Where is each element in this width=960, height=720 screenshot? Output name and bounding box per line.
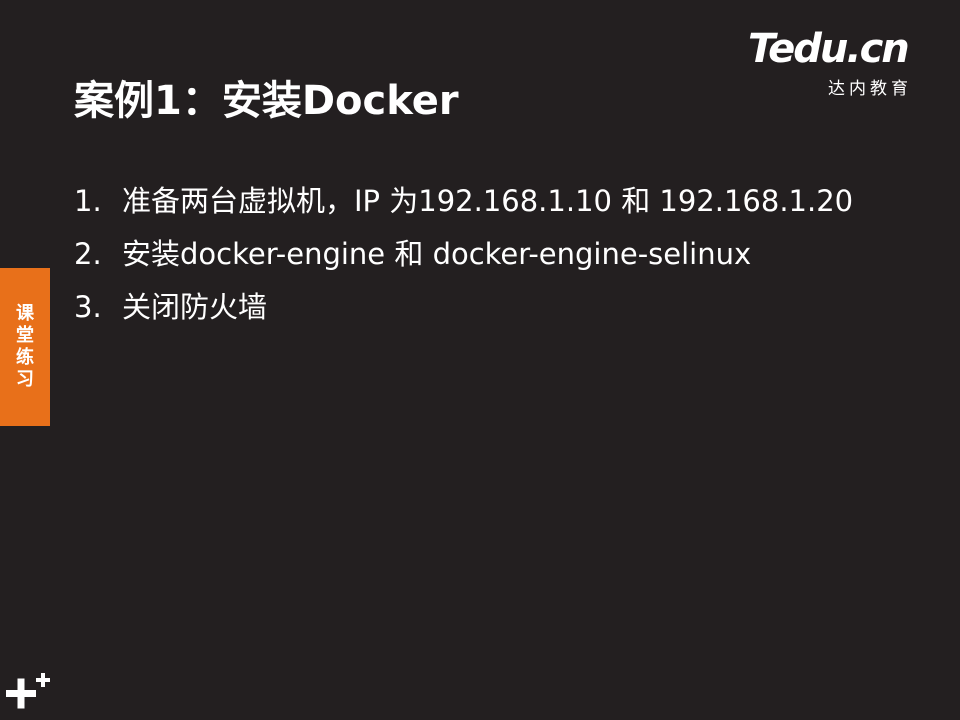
plus-icon — [6, 673, 50, 709]
list-item: 3. 关闭防火墙 — [74, 284, 853, 337]
step-number: 2. — [74, 237, 102, 271]
step-number: 1. — [74, 184, 102, 218]
step-text: 安装docker-engine 和 docker-engine-selinux — [122, 237, 752, 271]
step-text: 准备两台虚拟机，IP 为192.168.1.10 和 192.168.1.20 — [122, 184, 854, 218]
step-number: 3. — [74, 290, 102, 324]
logo-brand-text: Tedu.cn — [748, 26, 910, 72]
list-item: 1. 准备两台虚拟机，IP 为192.168.1.10 和 192.168.1.… — [74, 178, 853, 231]
side-tab-label: 课堂练习 — [16, 303, 34, 390]
logo-subtitle: 达内教育 — [828, 79, 912, 99]
slide-title: 案例1：安装Docker — [74, 78, 459, 124]
side-tab-classroom-exercise: 课堂练习 — [0, 268, 50, 426]
slide: Tedu.cn 达内教育 案例1：安装Docker 1. 准备两台虚拟机，IP … — [0, 0, 960, 720]
tedu-logo: Tedu.cn 达内教育 — [748, 26, 928, 99]
steps-list: 1. 准备两台虚拟机，IP 为192.168.1.10 和 192.168.1.… — [74, 178, 853, 337]
step-text: 关闭防火墙 — [122, 290, 268, 324]
list-item: 2. 安装docker-engine 和 docker-engine-selin… — [74, 231, 853, 284]
